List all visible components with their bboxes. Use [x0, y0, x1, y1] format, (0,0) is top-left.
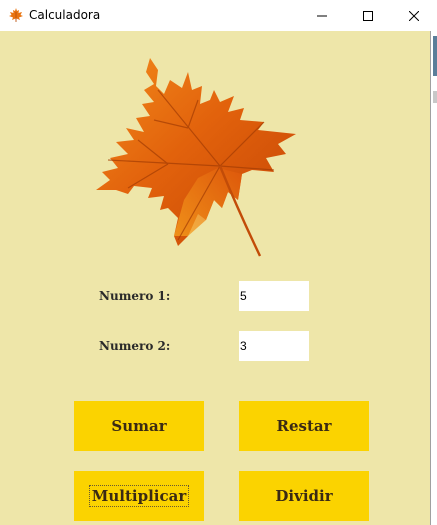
numero-2-label: Numero 2:	[99, 339, 171, 353]
minimize-icon	[317, 15, 327, 16]
title-bar[interactable]: Calculadora	[0, 0, 437, 31]
background-window-edge	[430, 31, 437, 525]
numero-1-label: Numero 1:	[99, 289, 171, 303]
edge-mark	[433, 91, 437, 103]
maple-leaf-icon	[9, 8, 23, 22]
edge-mark	[433, 36, 437, 76]
restar-button[interactable]: Restar	[239, 401, 369, 451]
sumar-button[interactable]: Sumar	[74, 401, 204, 451]
multiplicar-button-label: Multiplicar	[88, 485, 190, 507]
minimize-button[interactable]	[299, 0, 345, 31]
maximize-button[interactable]	[345, 0, 391, 31]
numero-2-input[interactable]	[239, 331, 309, 361]
numero-1-input[interactable]	[239, 281, 309, 311]
maximize-icon	[363, 10, 373, 21]
maple-leaf-image	[96, 58, 296, 257]
dividir-button[interactable]: Dividir	[239, 471, 369, 521]
multiplicar-button[interactable]: Multiplicar	[74, 471, 204, 521]
close-button[interactable]	[391, 0, 437, 31]
window-title: Calculadora	[29, 8, 101, 22]
close-icon	[409, 10, 419, 21]
